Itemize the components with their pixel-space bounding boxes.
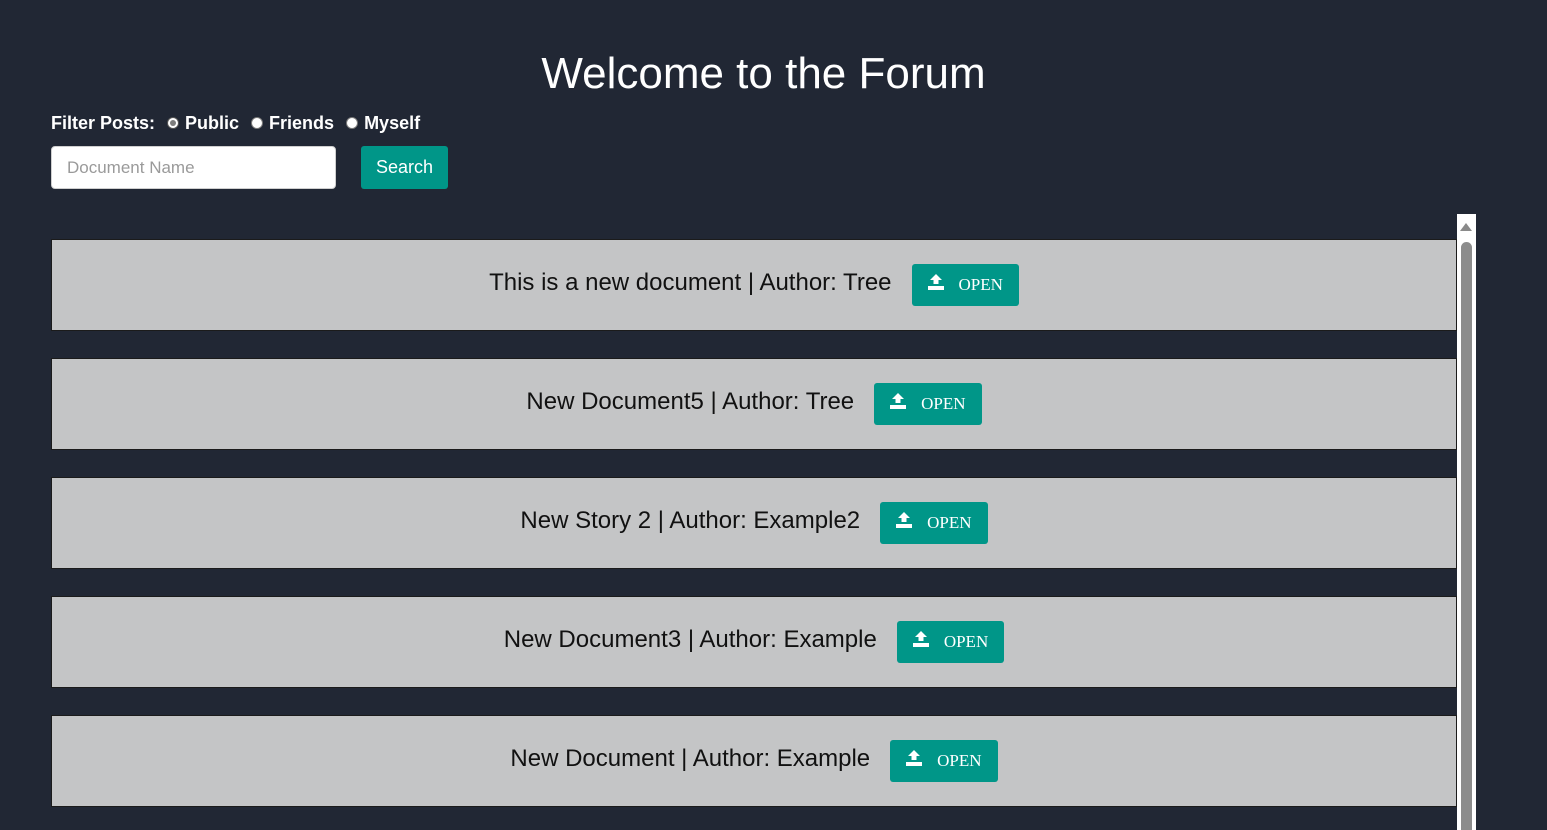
upload-icon bbox=[896, 512, 913, 528]
open-button[interactable]: OPEN bbox=[896, 621, 1005, 663]
document-title: This is a new document | Author: Tree bbox=[489, 269, 892, 296]
open-button-label: OPEN bbox=[943, 632, 989, 651]
scroll-up-arrow-icon[interactable] bbox=[1460, 223, 1472, 231]
document-card: New Document5 | Author: Tree OPEN bbox=[51, 358, 1457, 450]
open-button[interactable]: OPEN bbox=[874, 383, 982, 425]
search-button[interactable]: Search bbox=[361, 146, 448, 189]
open-button-label: OPEN bbox=[958, 275, 1003, 294]
document-list: This is a new document | Author: Tree OP… bbox=[51, 239, 1457, 830]
document-card: New Document3 | Author: Example OPEN bbox=[51, 596, 1457, 688]
upload-icon bbox=[927, 274, 944, 290]
open-button[interactable]: OPEN bbox=[911, 264, 1019, 306]
filter-option-label: Friends bbox=[269, 113, 335, 133]
open-button[interactable]: OPEN bbox=[880, 502, 988, 544]
radio-friends[interactable] bbox=[251, 116, 264, 129]
upload-icon bbox=[890, 393, 907, 409]
document-card: New Document | Author: Example OPEN bbox=[51, 715, 1457, 807]
document-card: New Story 2 | Author: Example2 OPEN bbox=[51, 477, 1457, 569]
filter-option-label: Public bbox=[185, 113, 240, 133]
filter-option-public[interactable]: Public bbox=[167, 113, 239, 134]
upload-icon bbox=[912, 631, 929, 647]
document-name-input[interactable] bbox=[51, 146, 336, 189]
radio-myself[interactable] bbox=[346, 116, 359, 129]
filter-posts-group: Filter Posts: Public Friends Myself bbox=[51, 113, 432, 134]
forum-page: Welcome to the Forum Filter Posts: Publi… bbox=[0, 0, 1547, 830]
open-button-label: OPEN bbox=[937, 751, 982, 770]
filter-label: Filter Posts: bbox=[51, 113, 156, 133]
open-button-label: OPEN bbox=[927, 513, 972, 532]
document-title: New Document5 | Author: Tree bbox=[526, 388, 855, 415]
filter-option-label: Myself bbox=[364, 113, 421, 133]
document-title: New Document | Author: Example bbox=[510, 745, 871, 772]
document-list-scrollbar[interactable] bbox=[1457, 214, 1476, 830]
document-title: New Document3 | Author: Example bbox=[503, 626, 877, 653]
scrollbar-thumb[interactable] bbox=[1461, 242, 1472, 830]
document-title: New Story 2 | Author: Example2 bbox=[520, 507, 861, 534]
document-card: This is a new document | Author: Tree OP… bbox=[51, 239, 1457, 331]
upload-icon bbox=[906, 750, 923, 766]
filter-option-friends[interactable]: Friends bbox=[251, 113, 334, 134]
open-button-label: OPEN bbox=[921, 394, 966, 413]
radio-public[interactable] bbox=[167, 116, 180, 129]
filter-option-myself[interactable]: Myself bbox=[346, 113, 420, 134]
open-button[interactable]: OPEN bbox=[890, 740, 998, 782]
page-title: Welcome to the Forum bbox=[541, 49, 986, 98]
